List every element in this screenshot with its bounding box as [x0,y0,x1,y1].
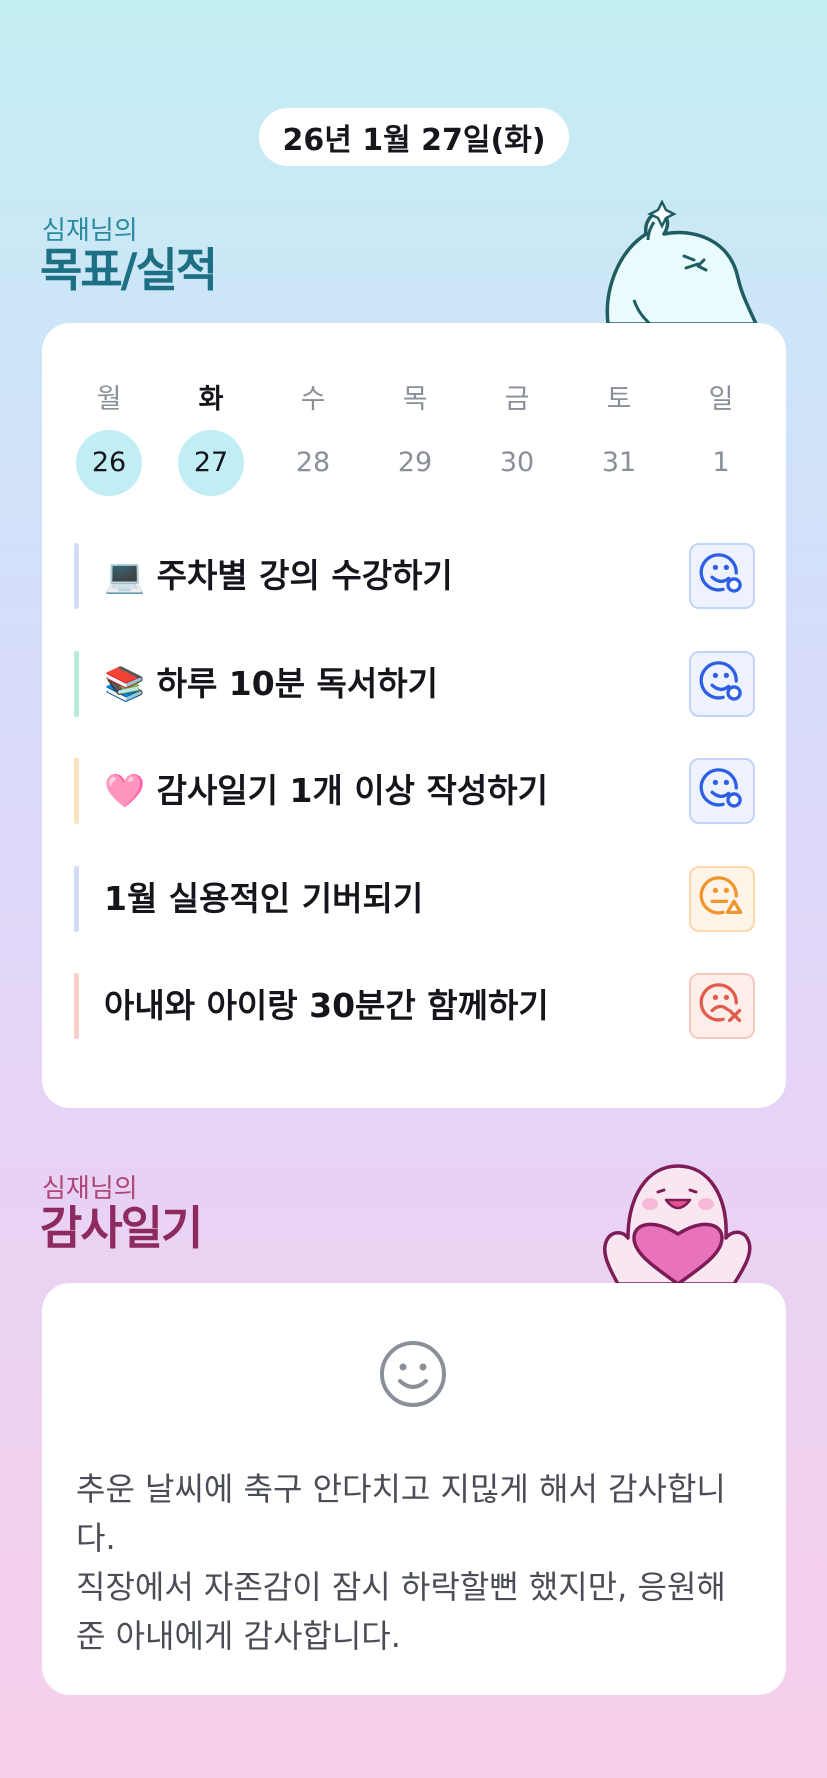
weekday-label: 화 [198,384,224,415]
goal-label: 🩷 감사일기 1개 이상 작성하기 [104,771,548,810]
goal-status-done-button[interactable] [689,650,755,717]
day-number[interactable]: 1 [688,430,754,496]
goal-label: 1월 실용적인 기버되기 [104,878,424,918]
date-pill[interactable]: 26년 1월 27일(화) [259,108,569,166]
gratitude-card: 추운 날씨에 축구 안다치고 지믾게 해서 감사합니 다. 직장에서 자존감이 … [42,1283,786,1695]
smile-check-icon [699,551,745,601]
goal-item[interactable]: 📚 하루 10분 독서하기 [74,650,755,717]
goal-item[interactable]: 🩷 감사일기 1개 이상 작성하기 [74,758,755,824]
goal-color-bar [74,650,79,717]
goal-status-done-button[interactable] [689,543,755,609]
smile-check-icon [699,766,745,816]
goal-color-bar [74,973,79,1039]
goal-label: 📚 하루 10분 독서하기 [104,663,438,703]
smile-icon [380,1341,446,1407]
goal-item[interactable]: 아내와 아이랑 30분간 함께하기 [74,973,755,1039]
ghost-character-icon [605,200,758,324]
day-number[interactable]: 26 [76,430,142,496]
weekday-label: 목 [402,384,428,415]
day-number[interactable]: 30 [484,430,550,496]
goal-status-done-button[interactable] [689,758,755,824]
frown-x-icon [699,981,745,1031]
weekday-label: 금 [504,384,530,415]
goal-label: 💻 주차별 강의 수강하기 [104,556,453,595]
goal-status-fail-button[interactable] [689,973,755,1039]
weekday-label: 토 [606,384,632,415]
goal-status-partial-button[interactable] [689,865,755,932]
day-number[interactable]: 29 [382,430,448,496]
weekday-label: 일 [708,384,734,415]
gratitude-text: 추운 날씨에 축구 안다치고 지믾게 해서 감사합니 다. 직장에서 자존감이 … [76,1470,726,1655]
weekday-label: 월 [96,384,122,415]
day-number[interactable]: 28 [280,430,346,496]
day-number[interactable]: 31 [586,430,652,496]
neutral-triangle-icon [699,874,745,924]
day-number[interactable]: 27 [178,430,244,496]
goal-item[interactable]: 💻 주차별 강의 수강하기 [74,543,755,609]
goals-section-title: 목표/실적 [40,243,218,297]
current-date: 26년 1월 27일(화) [282,123,546,158]
gratitude-section-title: 감사일기 [40,1201,203,1255]
goal-color-bar [74,543,79,609]
weekday-label: 수 [300,384,326,415]
goal-label: 아내와 아이랑 30분간 함께하기 [104,986,549,1025]
pink-character-icon [603,1164,752,1284]
goal-color-bar [74,865,79,932]
goals-card: 월 26 화 27 수 28 목 29 금 30 토 31 일 1 💻 주차별 강의 수강하기 📚 하루 1… [42,323,786,1108]
goal-item[interactable]: 1월 실용적인 기버되기 [74,865,755,932]
goal-color-bar [74,758,79,824]
smile-check-icon [699,659,745,709]
